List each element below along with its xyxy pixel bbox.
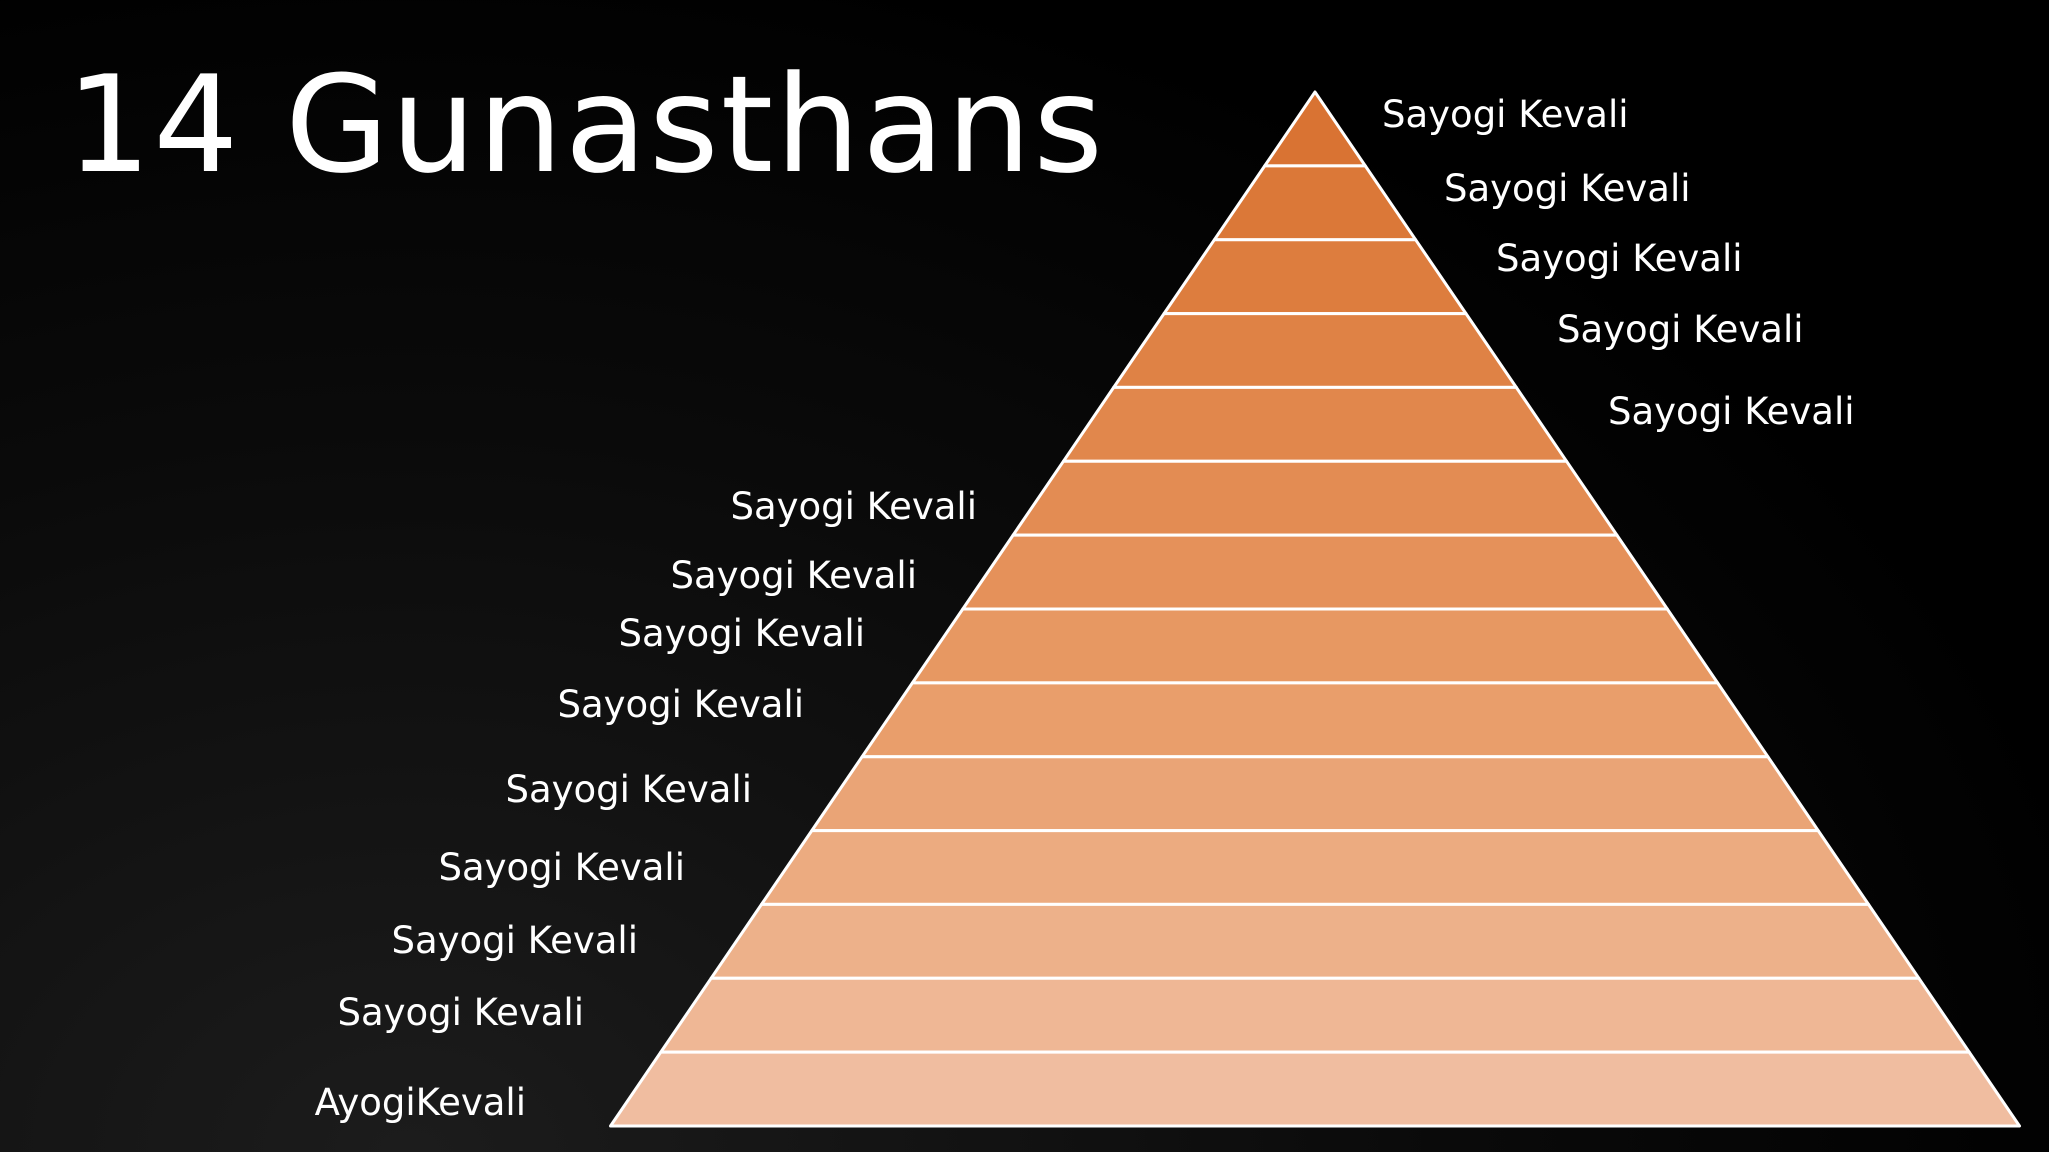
- pyramid-level-13: [659, 976, 1971, 1054]
- pyramid-level-14: [609, 1050, 2021, 1128]
- pyramid-level-6: [1011, 459, 1619, 537]
- pyramid-level-1: [1263, 90, 1367, 168]
- level-label-7: Sayogi Kevali: [670, 554, 917, 597]
- level-label-12: Sayogi Kevali: [391, 919, 638, 962]
- pyramid-level-12: [709, 902, 1921, 980]
- level-label-8: Sayogi Kevali: [618, 612, 865, 655]
- level-label-4: Sayogi Kevali: [1557, 308, 1804, 351]
- level-label-11: Sayogi Kevali: [438, 846, 685, 889]
- pyramid-level-4: [1112, 312, 1518, 389]
- level-label-2: Sayogi Kevali: [1444, 167, 1691, 210]
- pyramid-level-3: [1162, 238, 1468, 316]
- level-label-6: Sayogi Kevali: [730, 485, 977, 528]
- pyramid-level-11: [760, 829, 1870, 906]
- level-label-14: AyogiKevali: [314, 1081, 526, 1124]
- gunasthan-pyramid: [609, 90, 2021, 1128]
- slide: 14 Gunasthans Sayogi Kevali Sayogi Keval…: [0, 0, 2049, 1152]
- pyramid-level-8: [910, 607, 1720, 685]
- level-label-9: Sayogi Kevali: [557, 683, 804, 726]
- pyramid-level-9: [860, 681, 1770, 759]
- pyramid-level-10: [810, 755, 1820, 833]
- level-label-13: Sayogi Kevali: [337, 991, 584, 1034]
- pyramid-level-5: [1061, 385, 1569, 463]
- level-label-10: Sayogi Kevali: [505, 768, 752, 811]
- pyramid-level-2: [1212, 164, 1418, 242]
- level-label-5: Sayogi Kevali: [1608, 390, 1855, 433]
- level-label-1: Sayogi Kevali: [1382, 93, 1629, 136]
- level-label-3: Sayogi Kevali: [1496, 237, 1743, 280]
- pyramid-level-7: [961, 533, 1669, 611]
